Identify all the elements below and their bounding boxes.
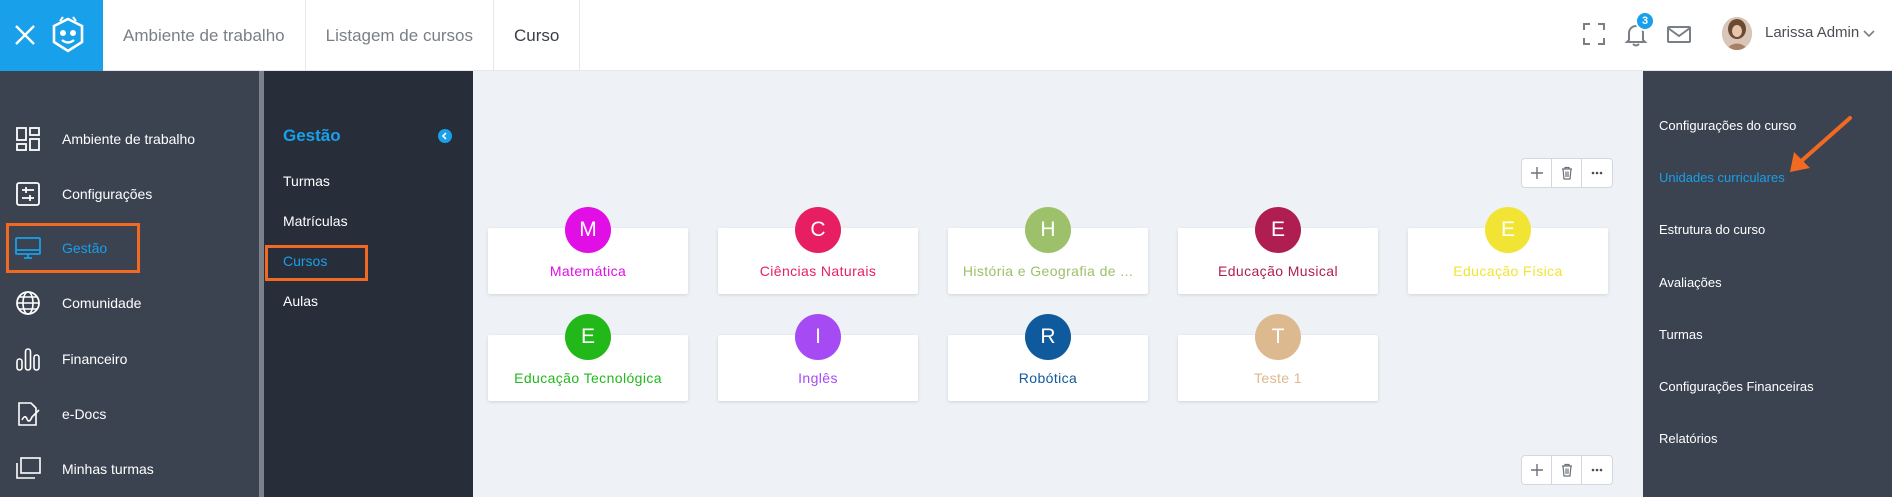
sidebar-item-label: Ambiente de trabalho — [62, 131, 196, 147]
globe-icon — [16, 291, 40, 315]
brand-area — [0, 0, 103, 71]
sidebar-item-community[interactable]: Comunidade — [0, 278, 259, 328]
more-horizontal-icon — [1591, 171, 1603, 175]
sidebar-item-settings[interactable]: Configurações — [0, 169, 259, 219]
annotation-highlight-box — [265, 245, 368, 281]
course-initial-avatar: E — [1255, 207, 1301, 253]
course-card[interactable]: E Educação Física — [1408, 207, 1608, 294]
submenu-item-classes[interactable]: Turmas — [283, 173, 330, 189]
course-card[interactable]: E Educação Musical — [1178, 207, 1378, 294]
course-initial-avatar: M — [565, 207, 611, 253]
course-name: Educação Tecnológica — [514, 370, 662, 386]
breadcrumb-item-course[interactable]: Curso — [494, 0, 581, 71]
sidebar-item-desktop[interactable]: Ambiente de trabalho — [0, 114, 259, 164]
course-initial-avatar: E — [1485, 207, 1531, 253]
more-button[interactable] — [1582, 456, 1612, 484]
submenu-item-enrollments[interactable]: Matrículas — [283, 213, 348, 229]
breadcrumb-item-course-list[interactable]: Listagem de cursos — [306, 0, 495, 71]
fullscreen-icon[interactable] — [1580, 20, 1608, 48]
delete-button[interactable] — [1552, 159, 1582, 187]
classes-icon — [16, 457, 41, 479]
toolbar-bottom — [1521, 455, 1613, 485]
dashboard-icon — [16, 127, 40, 151]
course-name: Robótica — [1018, 370, 1078, 386]
course-name: Educação Física — [1453, 263, 1563, 279]
course-name: Matemática — [549, 263, 627, 279]
course-name: Inglês — [798, 370, 838, 386]
settings-sliders-icon — [16, 182, 40, 206]
add-button[interactable] — [1522, 159, 1552, 187]
sidebar-item-financial[interactable]: Financeiro — [0, 334, 259, 384]
course-name: Ciências Naturais — [759, 263, 877, 279]
document-signature-icon — [18, 402, 40, 426]
annotation-arrow-icon — [1790, 116, 1852, 172]
course-card[interactable]: H História e Geografia de ... — [948, 207, 1148, 294]
top-bar: Ambiente de trabalho Listagem de cursos … — [0, 0, 1892, 71]
course-initial-avatar: C — [795, 207, 841, 253]
mail-icon[interactable] — [1665, 20, 1693, 48]
menu-item-classes[interactable]: Turmas — [1659, 327, 1703, 342]
menu-item-financial-settings[interactable]: Configurações Financeiras — [1659, 379, 1814, 394]
sidebar-item-label: Minhas turmas — [62, 461, 154, 477]
menu-item-curricular-units[interactable]: Unidades curriculares — [1659, 170, 1785, 185]
breadcrumb-item-desktop[interactable]: Ambiente de trabalho — [103, 0, 306, 71]
sidebar-item-label: Comunidade — [62, 295, 142, 311]
trash-icon — [1561, 463, 1572, 477]
submenu-title: Gestão — [283, 126, 341, 145]
course-name: História e Geografia de ... — [962, 263, 1134, 279]
user-name[interactable]: Larissa Admin — [1765, 24, 1859, 41]
sidebar-item-label: e-Docs — [62, 406, 107, 422]
annotation-highlight-box — [6, 223, 140, 273]
more-button[interactable] — [1582, 159, 1612, 187]
logo-icon[interactable] — [50, 16, 86, 54]
course-card[interactable]: E Educação Tecnológica — [488, 314, 688, 401]
plus-icon — [1530, 167, 1543, 179]
toolbar-top — [1521, 158, 1613, 188]
course-card[interactable]: I Inglês — [718, 314, 918, 401]
course-card[interactable]: C Ciências Naturais — [718, 207, 918, 294]
course-name: Teste 1 — [1254, 370, 1302, 386]
breadcrumb: Ambiente de trabalho Listagem de cursos … — [103, 0, 581, 71]
menu-item-course-settings[interactable]: Configurações do curso — [1659, 118, 1796, 133]
course-card[interactable]: T Teste 1 — [1178, 314, 1378, 401]
more-horizontal-icon — [1591, 468, 1603, 472]
course-initial-avatar: I — [795, 314, 841, 360]
bar-chart-icon — [16, 348, 40, 371]
course-card[interactable]: R Robótica — [948, 314, 1148, 401]
course-initial-avatar: E — [565, 314, 611, 360]
submenu-item-lessons[interactable]: Aulas — [283, 293, 318, 309]
plus-icon — [1530, 464, 1543, 476]
course-initial-avatar: R — [1025, 314, 1071, 360]
trash-icon — [1561, 166, 1572, 180]
avatar[interactable] — [1722, 17, 1752, 50]
sidebar-item-label: Configurações — [62, 186, 153, 202]
close-icon[interactable] — [12, 22, 38, 48]
chevron-down-icon[interactable] — [1862, 26, 1876, 40]
menu-item-course-structure[interactable]: Estrutura do curso — [1659, 222, 1765, 237]
course-initial-avatar: H — [1025, 207, 1071, 253]
course-initial-avatar: T — [1255, 314, 1301, 360]
notification-badge: 3 — [1635, 11, 1655, 31]
course-name: Educação Musical — [1217, 263, 1338, 279]
collapse-icon[interactable] — [438, 129, 452, 143]
delete-button[interactable] — [1552, 456, 1582, 484]
sidebar-item-label: Financeiro — [62, 351, 128, 367]
add-button[interactable] — [1522, 456, 1552, 484]
course-card[interactable]: M Matemática — [488, 207, 688, 294]
sidebar-item-my-classes[interactable]: Minhas turmas — [0, 444, 259, 494]
menu-item-reports[interactable]: Relatórios — [1659, 431, 1718, 446]
sidebar-item-edocs[interactable]: e-Docs — [0, 389, 259, 439]
menu-item-assessments[interactable]: Avaliações — [1659, 275, 1722, 290]
